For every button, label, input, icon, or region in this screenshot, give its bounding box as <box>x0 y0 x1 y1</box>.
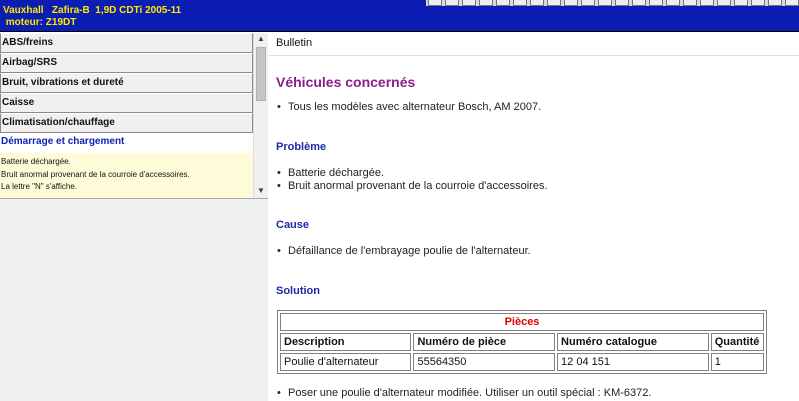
toolbar-button[interactable] <box>496 0 510 6</box>
table-row: Poulie d'alternateur 55564350 12 04 151 … <box>280 353 764 371</box>
sub-item-battery[interactable]: Batterie déchargée. <box>0 156 253 169</box>
problem-item: Bruit anormal provenant de la courroie d… <box>277 180 547 192</box>
category-body[interactable]: Caisse <box>0 93 253 113</box>
toolbar-button[interactable] <box>717 0 731 6</box>
toolbar-button[interactable] <box>598 0 612 6</box>
problem-item: Batterie déchargée. <box>277 167 384 179</box>
toolbar-button[interactable] <box>428 0 442 6</box>
toolbar-button[interactable] <box>479 0 493 6</box>
divider <box>269 55 799 56</box>
toolbar-button[interactable] <box>751 0 765 6</box>
toolbar-button[interactable] <box>462 0 476 6</box>
category-airbag[interactable]: Airbag/SRS <box>0 53 253 73</box>
category-air-conditioning[interactable]: Climatisation/chauffage <box>0 113 253 133</box>
cause-item: Défaillance de l'embrayage poulie de l'a… <box>277 245 531 257</box>
vehicle-title: Vauxhall Zafira-B 1,9D CDTi 2005-11 <box>3 5 182 16</box>
category-starting-charging[interactable]: Démarrage et chargement <box>0 133 253 153</box>
cell-part-number: 55564350 <box>413 353 556 371</box>
parts-table-caption: Pièces <box>280 313 764 331</box>
cause-title: Cause <box>276 219 310 231</box>
sub-item-belt-noise[interactable]: Bruit anormal provenant de la courroie d… <box>0 169 253 182</box>
toolbar-button[interactable] <box>445 0 459 6</box>
category-list: ABS/freins Airbag/SRS Bruit, vibrations … <box>0 33 253 198</box>
toolbar-button[interactable] <box>734 0 748 6</box>
sub-item-list: Batterie déchargée. Bruit anormal proven… <box>0 153 253 198</box>
bulletin-content: Bulletin Véhicules concernés Tous les mo… <box>269 33 799 401</box>
engine-label: moteur: Z19DT <box>3 17 77 28</box>
sidebar-scrollbar[interactable]: ▲ ▼ <box>253 33 268 198</box>
col-description: Description <box>280 333 412 351</box>
sidebar: ABS/freins Airbag/SRS Bruit, vibrations … <box>0 33 268 401</box>
cell-description: Poulie d'alternateur <box>280 353 412 371</box>
solution-item: Poser une poulie d'alternateur modifiée.… <box>277 387 651 399</box>
vehicles-item: Tous les modèles avec alternateur Bosch,… <box>277 101 541 113</box>
col-catalog-number: Numéro catalogue <box>557 333 709 351</box>
toolbar-button[interactable] <box>615 0 629 6</box>
problem-title: Problème <box>276 141 327 153</box>
toolbar-button[interactable] <box>581 0 595 6</box>
col-quantity: Quantité <box>710 333 764 351</box>
toolbar-button[interactable] <box>666 0 680 6</box>
title-bar: Vauxhall Zafira-B 1,9D CDTi 2005-11 mote… <box>0 0 799 32</box>
toolbar-button[interactable] <box>683 0 697 6</box>
toolbar-button[interactable] <box>649 0 663 6</box>
parts-table: Pièces Description Numéro de pièce Numér… <box>277 310 767 374</box>
toolbar-button[interactable] <box>564 0 578 6</box>
category-noise-vibration[interactable]: Bruit, vibrations et dureté <box>0 73 253 93</box>
sub-item-letter-n[interactable]: La lettre "N" s'affiche. <box>0 181 253 194</box>
toolbar <box>426 0 799 6</box>
scroll-down-icon[interactable]: ▼ <box>256 186 266 196</box>
toolbar-button[interactable] <box>530 0 544 6</box>
bulletin-label: Bulletin <box>276 37 313 49</box>
toolbar-button[interactable] <box>785 0 799 6</box>
toolbar-button[interactable] <box>632 0 646 6</box>
scroll-thumb[interactable] <box>256 47 266 101</box>
scroll-up-icon[interactable]: ▲ <box>256 34 266 44</box>
vehicles-title: Véhicules concernés <box>276 74 416 90</box>
cell-catalog-number: 12 04 151 <box>557 353 709 371</box>
cell-quantity: 1 <box>710 353 764 371</box>
toolbar-button[interactable] <box>513 0 527 6</box>
col-part-number: Numéro de pièce <box>413 333 556 351</box>
solution-title: Solution <box>276 285 320 297</box>
sidebar-empty-area <box>0 198 268 401</box>
toolbar-button[interactable] <box>768 0 782 6</box>
toolbar-button[interactable] <box>700 0 714 6</box>
category-abs-brakes[interactable]: ABS/freins <box>0 33 253 53</box>
toolbar-button[interactable] <box>547 0 561 6</box>
